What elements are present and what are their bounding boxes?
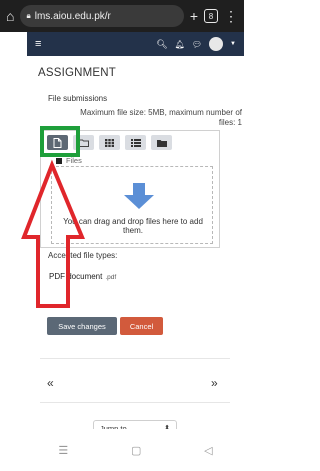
screen: ⌂ 🔒︎ lms.aiou.edu.pk/r + 8 ⋮ ≡ 🔍︎ 🔔︎ 💬︎ … (0, 0, 309, 471)
annotation-arrow-icon (21, 159, 85, 308)
